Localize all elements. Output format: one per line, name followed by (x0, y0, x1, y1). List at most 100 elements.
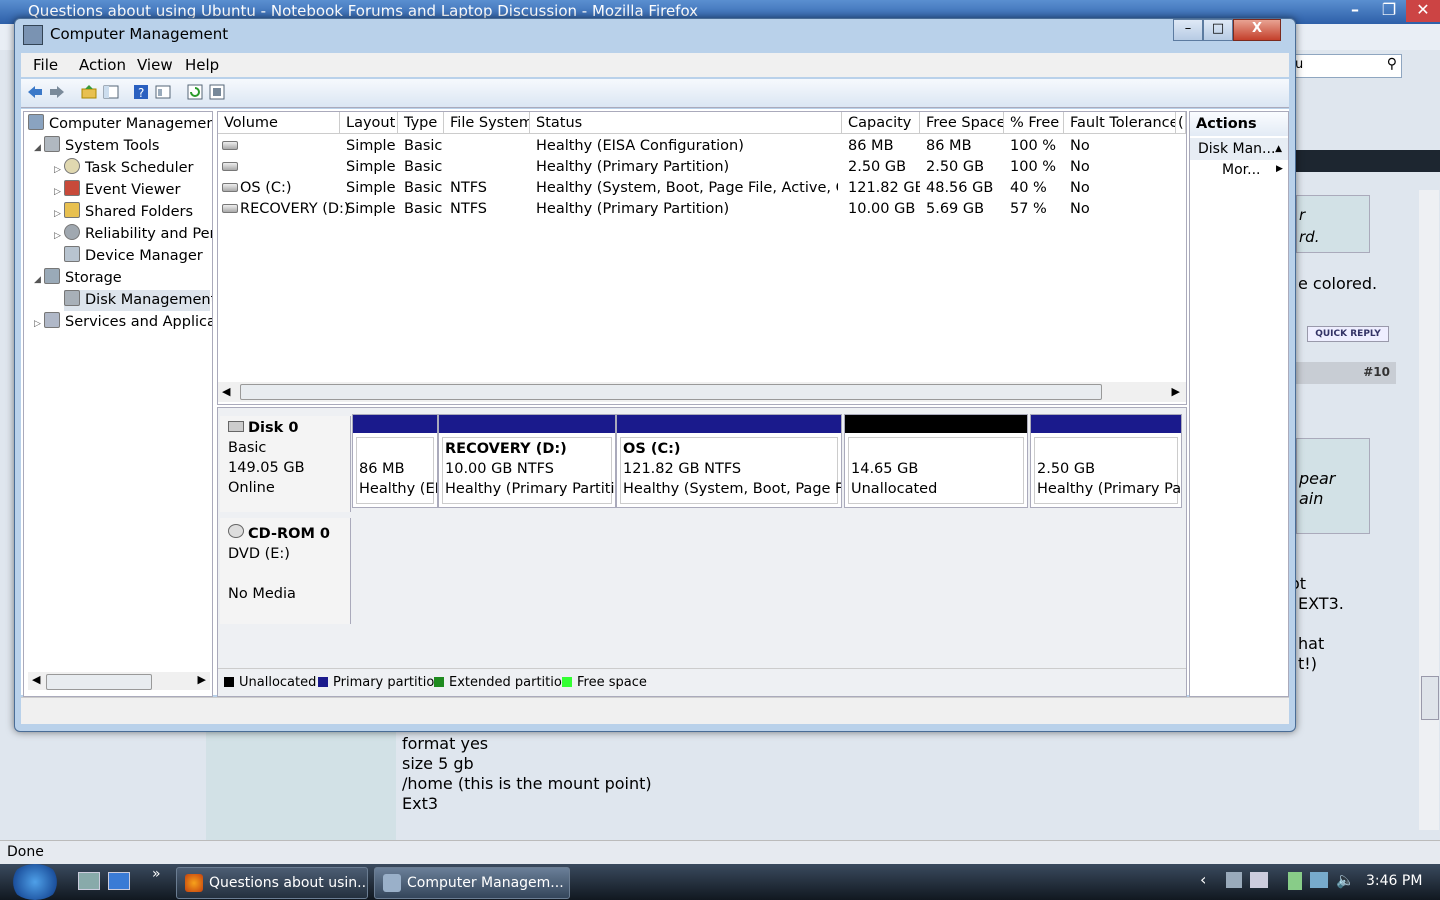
firefox-restore-button[interactable]: ❐ (1372, 0, 1406, 22)
window-title-bar[interactable]: Computer Management – □ X (15, 19, 1295, 51)
tree-item-shared-folders[interactable]: ▷ Shared Folders (54, 202, 193, 222)
column-header-type[interactable]: Type (398, 112, 444, 134)
partition-unallocated[interactable]: 14.65 GB Unallocated (844, 414, 1028, 508)
network-icon[interactable] (1226, 872, 1242, 888)
back-icon[interactable] (27, 84, 43, 100)
quick-reply-button[interactable]: QUICK REPLY (1307, 326, 1389, 342)
scroll-right-icon[interactable]: ▶ (1172, 385, 1180, 398)
taskbar-clock[interactable]: 3:46 PM (1366, 873, 1422, 889)
minimize-button[interactable]: – (1173, 19, 1203, 41)
tray-expand-icon[interactable]: ‹ (1200, 870, 1206, 889)
refresh-icon[interactable] (187, 84, 203, 100)
expand-icon[interactable]: ▷ (54, 204, 64, 224)
tree-item-event-viewer[interactable]: ▷ Event Viewer (54, 180, 180, 200)
forward-icon[interactable] (49, 84, 65, 100)
tree-item-system-tools[interactable]: ◢ System Tools (34, 136, 159, 156)
menu-help[interactable]: Help (185, 56, 219, 74)
column-header-capacity[interactable]: Capacity (842, 112, 920, 134)
volume-cell: 2.50 GB (848, 159, 907, 175)
disk-name: Disk 0 (248, 420, 299, 436)
volume-row[interactable]: Simple Basic Healthy (Primary Partition) 2.… (218, 157, 1186, 178)
storage-icon (44, 268, 60, 284)
menu-action[interactable]: Action (79, 56, 126, 74)
column-header-percent-free[interactable]: % Free (1004, 112, 1064, 134)
tree-item-label: Storage (65, 270, 122, 286)
partition-status: Healthy (EI (359, 481, 438, 497)
column-header-layout[interactable]: Layout (340, 112, 398, 134)
up-folder-icon[interactable] (81, 84, 97, 100)
actions-disk-management[interactable]: Disk Man... ▲ (1190, 138, 1288, 160)
cdrom0-label[interactable]: CD-ROM 0 DVD (E:) No Media (220, 518, 351, 624)
post-line: size 5 gb (402, 754, 474, 773)
volume-scroll-thumb[interactable] (240, 384, 1102, 400)
display-icon[interactable] (1250, 872, 1268, 888)
help-icon[interactable]: ? (133, 84, 149, 100)
expand-icon[interactable]: ▷ (34, 314, 44, 334)
battery-icon[interactable] (1288, 872, 1302, 890)
tree-scroll-thumb[interactable] (46, 674, 152, 690)
tree-item-storage[interactable]: ◢ Storage (34, 268, 122, 288)
disk0-label[interactable]: Disk 0 Basic 149.05 GB Online (220, 416, 351, 512)
column-header-status[interactable]: Status (530, 112, 842, 134)
partition-recovery[interactable]: RECOVERY (D:) 10.00 GB NTFS Healthy (Pri… (438, 414, 616, 508)
firefox-close-button[interactable]: ✕ (1406, 0, 1440, 22)
tree-item-device-manager[interactable]: Device Manager (64, 246, 203, 266)
column-header-volume[interactable]: Volume (218, 112, 340, 134)
collapse-icon[interactable]: ◢ (34, 138, 44, 158)
menu-view[interactable]: View (137, 56, 173, 74)
volume-cell: Basic (404, 159, 443, 175)
partition-status: Healthy (Primary Part (1037, 481, 1182, 497)
column-header-file-system[interactable]: File System (444, 112, 530, 134)
expand-icon[interactable]: ▷ (54, 182, 64, 202)
volume-row[interactable]: OS (C:) Simple Basic NTFS Healthy (System, B… (218, 178, 1186, 199)
show-desktop-icon[interactable] (78, 872, 100, 890)
quick-launch-chevron-icon[interactable]: » (152, 866, 161, 882)
column-header-free-space[interactable]: Free Space (920, 112, 1004, 134)
taskbar-button-firefox[interactable]: Questions about usin... (176, 867, 368, 899)
expand-icon[interactable]: ▷ (54, 226, 64, 246)
volume-row[interactable]: Simple Basic Healthy (EISA Configuration) 8… (218, 136, 1186, 157)
partition-size: 10.00 GB NTFS (445, 461, 554, 477)
disk0-type: Basic (228, 440, 267, 456)
taskbar-button-computer-management[interactable]: Computer Managem... (374, 867, 570, 899)
more-actions[interactable]: Mor... ▶ (1222, 162, 1283, 178)
volume-cell: 10.00 GB (848, 201, 916, 217)
firefox-search-input[interactable]: u ⚲ (1292, 54, 1402, 78)
scroll-left-icon[interactable]: ◀ (222, 385, 230, 398)
post-number[interactable]: #10 (1363, 365, 1390, 379)
column-header-fault-tolerance[interactable]: Fault Tolerance (1064, 112, 1176, 134)
tree-item-task-scheduler[interactable]: ▷ Task Scheduler (54, 158, 194, 178)
partition-os[interactable]: OS (C:) 121.82 GB NTFS Healthy (System, … (616, 414, 842, 508)
volume-icon[interactable]: 🔈 (1336, 871, 1355, 889)
expand-icon[interactable]: ▷ (54, 160, 64, 180)
partition-eisa[interactable]: 86 MB Healthy (EI (352, 414, 438, 508)
firefox-scroll-thumb[interactable] (1421, 676, 1439, 720)
show-hide-tree-icon[interactable] (103, 84, 119, 100)
maximize-button[interactable]: □ (1203, 19, 1233, 41)
collapse-icon[interactable]: ◢ (34, 270, 44, 290)
tree-item-disk-management[interactable]: Disk Management (64, 290, 212, 310)
legend-extended: Extended partition (434, 675, 570, 690)
partition-recovery-2[interactable]: 2.50 GB Healthy (Primary Part (1030, 414, 1182, 508)
wireless-icon[interactable] (1310, 872, 1328, 888)
partition-color-bar (845, 415, 1027, 433)
search-icon[interactable]: ⚲ (1387, 56, 1397, 72)
tree-item-reliability[interactable]: ▷ Reliability and Perf (54, 224, 212, 246)
console-tree: Computer Management ◢ System Tools ▷ Task … (23, 111, 213, 697)
collapse-up-icon[interactable]: ▲ (1275, 138, 1282, 160)
volume-cell: RECOVERY (D:) (240, 201, 350, 217)
firefox-minimize-button[interactable]: – (1338, 0, 1372, 22)
scroll-left-icon[interactable]: ◀ (32, 673, 40, 686)
scroll-right-icon[interactable]: ▶ (198, 673, 206, 686)
firefox-vertical-scrollbar[interactable] (1419, 190, 1439, 830)
volume-row[interactable]: RECOVERY (D:) Simple Basic NTFS Healthy (Pri… (218, 199, 1186, 220)
export-icon[interactable] (209, 84, 225, 100)
column-header-overhead[interactable]: ( (1176, 112, 1186, 134)
switch-windows-icon[interactable] (108, 872, 130, 890)
tree-item-computer-management[interactable]: Computer Management (28, 114, 212, 134)
close-button[interactable]: X (1233, 19, 1281, 41)
properties-icon[interactable] (155, 84, 171, 100)
tree-item-services-applications[interactable]: ▷ Services and Applicat (34, 312, 212, 334)
start-button[interactable] (10, 864, 60, 900)
menu-file[interactable]: File (33, 56, 58, 74)
